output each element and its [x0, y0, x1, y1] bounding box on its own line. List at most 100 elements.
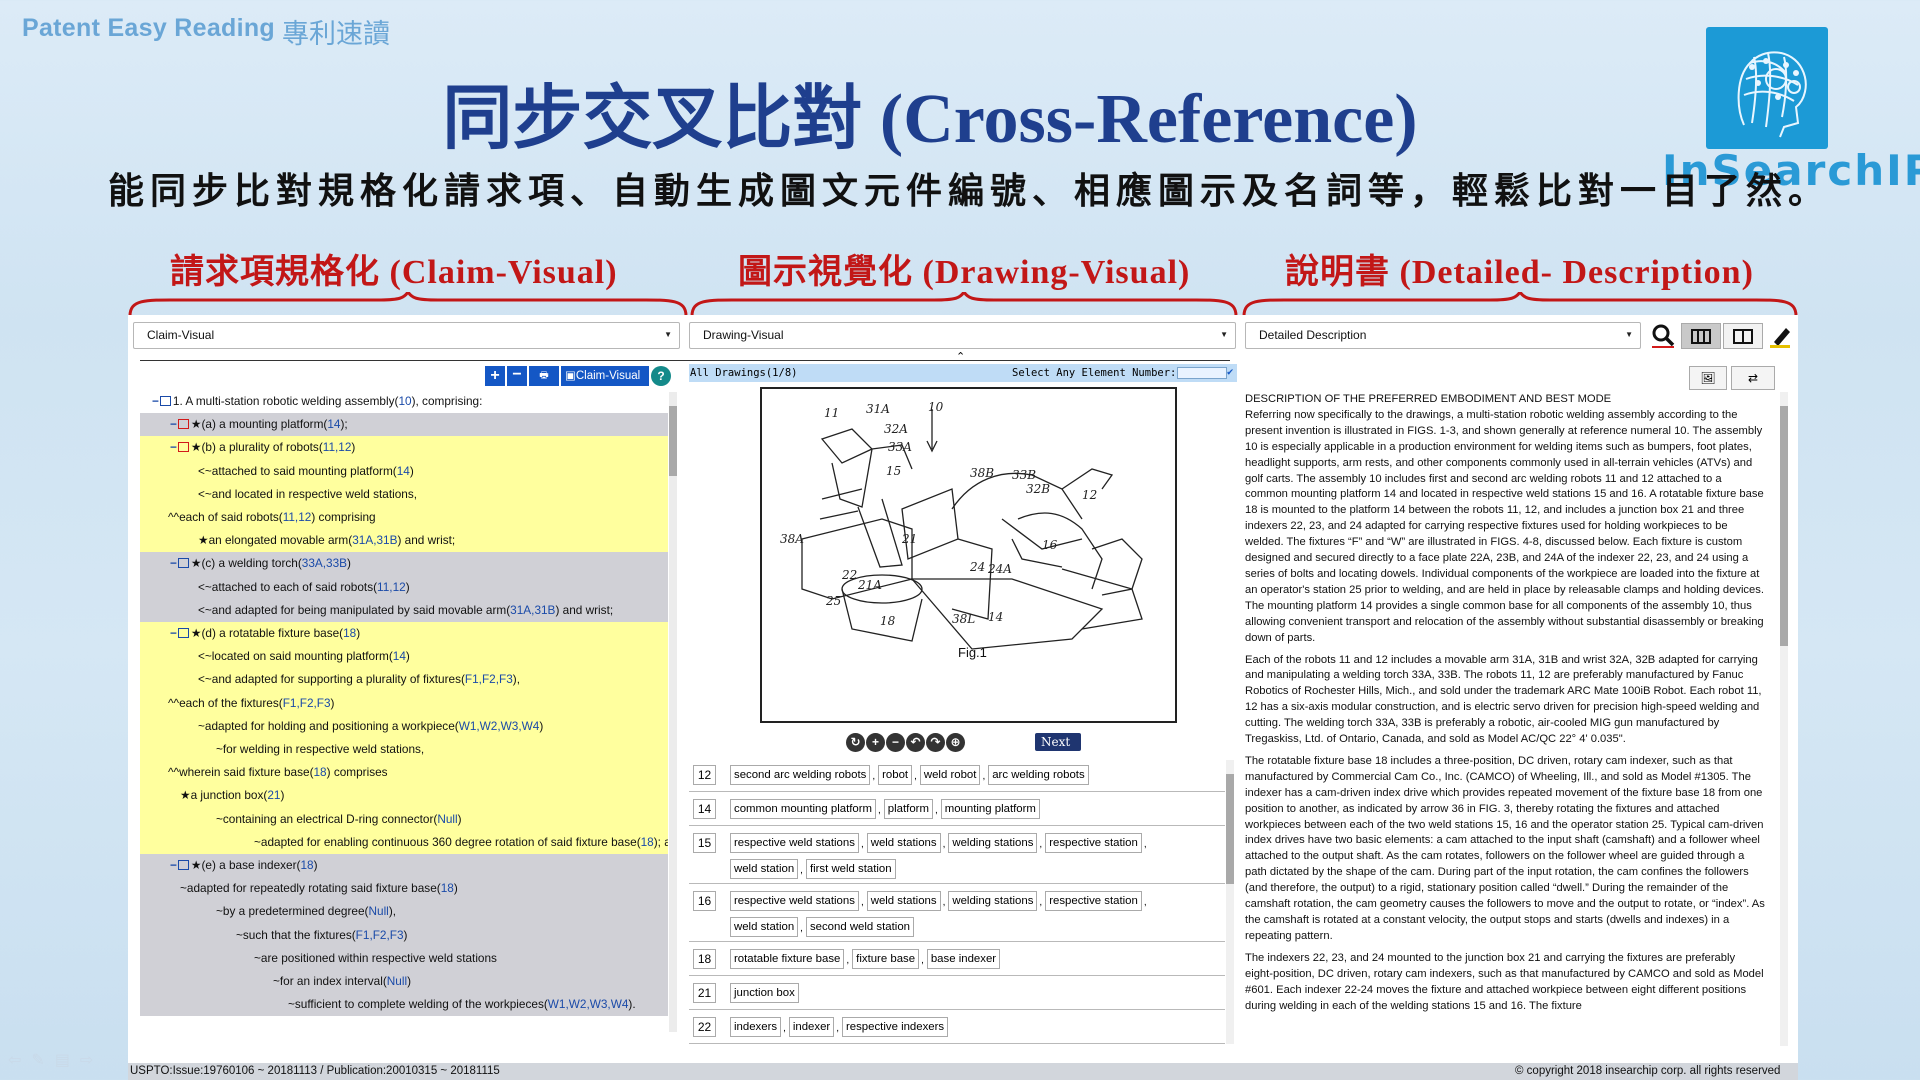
term-tag[interactable]: welding stations [948, 891, 1038, 911]
detail-view-select[interactable]: Detailed Description ▼ [1245, 322, 1641, 349]
claim-visual-toggle[interactable]: ▣Claim-Visual [561, 366, 649, 386]
claim-row[interactable]: −1. A multi-station robotic welding asse… [140, 390, 668, 413]
refresh-button[interactable]: ↻ [846, 733, 865, 752]
claim-row[interactable]: ★an elongated movable arm(31A,31B) and w… [140, 529, 668, 552]
check-icon: ✔ [1227, 366, 1234, 378]
term-tag[interactable]: respective station [1045, 833, 1142, 853]
term-tag[interactable]: respective station [1045, 891, 1142, 911]
claim-row[interactable]: − ★(d) a rotatable fixture base(18) [140, 622, 668, 645]
term-tag[interactable]: arc welding robots [988, 765, 1089, 785]
claim-row[interactable]: ★a junction box(21) [140, 784, 668, 807]
zoom-out-button[interactable]: − [886, 733, 905, 752]
layout-two-column-button[interactable] [1723, 323, 1763, 349]
term-tag[interactable]: respective weld stations [730, 833, 859, 853]
sync-link-button[interactable]: ⇄ [1731, 366, 1775, 390]
claim-row[interactable]: ^^wherein said fixture base(18) comprise… [140, 761, 668, 784]
reference-group: 15 respective weld stations, weld stations… [689, 826, 1225, 884]
claim-row[interactable]: ~adapted for holding and positioning a w… [140, 715, 668, 738]
claim-row[interactable]: ~containing an electrical D-ring connect… [140, 808, 668, 831]
image-text-button[interactable]: 🖼 [1689, 366, 1727, 390]
drawing-view-select[interactable]: Drawing-Visual ▼ [689, 322, 1236, 349]
slide-nav-icons[interactable]: ⇦✎▤⇨ [8, 1050, 103, 1070]
term-tag[interactable]: weld stations [866, 891, 941, 911]
zoom-in-button[interactable]: + [866, 733, 885, 752]
term-tag[interactable]: indexer [788, 1017, 835, 1037]
element-number-badge[interactable]: 16 [693, 891, 716, 911]
claim-row[interactable]: ^^each of said robots(11,12) comprising [140, 506, 668, 529]
edit-icon [177, 419, 189, 430]
element-number-badge[interactable]: 14 [693, 799, 716, 819]
term-tag[interactable]: common mounting platform [730, 799, 877, 819]
help-button[interactable]: ? [651, 366, 671, 386]
term-tag[interactable]: robot [878, 765, 913, 785]
term-tag[interactable]: respective weld stations [730, 891, 859, 911]
description-heading: DESCRIPTION OF THE PREFERRED EMBODIMENT … [1245, 393, 1612, 405]
magnify-button[interactable]: ⊕ [946, 733, 965, 752]
term-tag[interactable]: second weld station [805, 917, 914, 937]
term-tag[interactable]: indexers [730, 1017, 782, 1037]
claim-row[interactable]: <~attached to said mounting platform(14) [140, 460, 668, 483]
term-tag[interactable]: weld station [730, 859, 799, 879]
layout-three-column-button[interactable] [1681, 323, 1721, 349]
rotate-left-button[interactable]: ↶ [906, 733, 925, 752]
claim-row[interactable]: ~adapted for repeatedly rotating said fi… [140, 877, 668, 900]
claim-row[interactable]: − ★(e) a base indexer(18) [140, 854, 668, 877]
term-tag[interactable]: rotatable fixture base [730, 949, 845, 969]
rotate-right-button[interactable]: ↷ [926, 733, 945, 752]
element-number-badge[interactable]: 21 [693, 983, 716, 1003]
claim-row[interactable]: − ★(a) a mounting platform(14); [140, 413, 668, 436]
reference-group: 21 junction box [689, 976, 1225, 1010]
term-tag[interactable]: junction box [730, 983, 799, 1003]
element-number-input[interactable] [1177, 367, 1227, 379]
print-comment-button[interactable]: 🖶 [529, 366, 559, 386]
element-number-badge[interactable]: 22 [693, 1017, 716, 1037]
claim-row[interactable]: ~sufficient to complete welding of the w… [140, 993, 668, 1016]
claim-row[interactable]: ~such that the fixtures(F1,F2,F3) [140, 924, 668, 947]
element-number-badge[interactable]: 18 [693, 949, 716, 969]
term-tag[interactable]: weld stations [866, 833, 941, 853]
term-tag[interactable]: base indexer [926, 949, 1001, 969]
term-tag[interactable]: weld robot [919, 765, 981, 785]
drawing-label: 32B [1026, 482, 1050, 496]
term-tag[interactable]: respective indexers [841, 1017, 949, 1037]
description-scrollbar[interactable] [1780, 392, 1788, 1046]
claim-row[interactable]: <~attached to each of said robots(11,12) [140, 576, 668, 599]
claim-view-select[interactable]: Claim-Visual ▼ [133, 322, 680, 349]
section-title-detail: 說明書 (Detailed- Description) [1285, 254, 1754, 291]
claim-row[interactable]: ~are positioned within respective weld s… [140, 947, 668, 970]
next-drawing-button[interactable]: Next ❯ [1035, 733, 1081, 767]
term-tag[interactable]: first weld station [805, 859, 896, 879]
reference-scrollbar[interactable] [1226, 760, 1234, 1044]
description-paragraph: The indexers 22, 23, and 24 mounted to t… [1245, 951, 1764, 1012]
claim-row[interactable]: ^^each of the fixtures(F1,F2,F3) [140, 692, 668, 715]
search-button[interactable] [1648, 322, 1678, 349]
collapse-chevron-icon[interactable]: ⌃ [956, 350, 965, 363]
term-tag[interactable]: welding stations [948, 833, 1038, 853]
claim-row[interactable]: <~and adapted for being manipulated by s… [140, 599, 668, 622]
claim-row[interactable]: <~located on said mounting platform(14) [140, 645, 668, 668]
drawing-view-select-value: Drawing-Visual [703, 328, 784, 342]
claim-row[interactable]: ~for welding in respective weld stations… [140, 738, 668, 761]
highlight-button[interactable] [1766, 322, 1794, 349]
term-tag[interactable]: fixture base [852, 949, 920, 969]
claim-row[interactable]: ~adapted for enabling continuous 360 deg… [140, 831, 668, 854]
claims-scrollbar[interactable] [669, 392, 677, 1032]
claim-row[interactable]: ~by a predetermined degree(Null), [140, 900, 668, 923]
description-paragraph: Each of the robots 11 and 12 includes a … [1245, 653, 1762, 746]
claim-row[interactable]: <~and adapted for supporting a plurality… [140, 668, 668, 691]
term-tag[interactable]: second arc welding robots [730, 765, 871, 785]
term-tag[interactable]: platform [883, 799, 933, 819]
expand-plus-button[interactable]: + [485, 366, 505, 386]
edit-icon [177, 860, 189, 871]
term-tag[interactable]: weld station [730, 917, 799, 937]
element-number-badge[interactable]: 12 [693, 765, 716, 785]
collapse-minus-button[interactable]: − [507, 366, 527, 386]
term-tag[interactable]: mounting platform [940, 799, 1040, 819]
claim-row[interactable]: ~for an index interval(Null) [140, 970, 668, 993]
element-number-badge[interactable]: 15 [693, 833, 716, 853]
separator: , [800, 923, 803, 934]
separator: , [872, 771, 876, 782]
claim-row[interactable]: <~and located in respective weld station… [140, 483, 668, 506]
claim-row[interactable]: − ★(b) a plurality of robots(11,12) [140, 436, 668, 459]
claim-row[interactable]: − ★(c) a welding torch(33A,33B) [140, 552, 668, 575]
